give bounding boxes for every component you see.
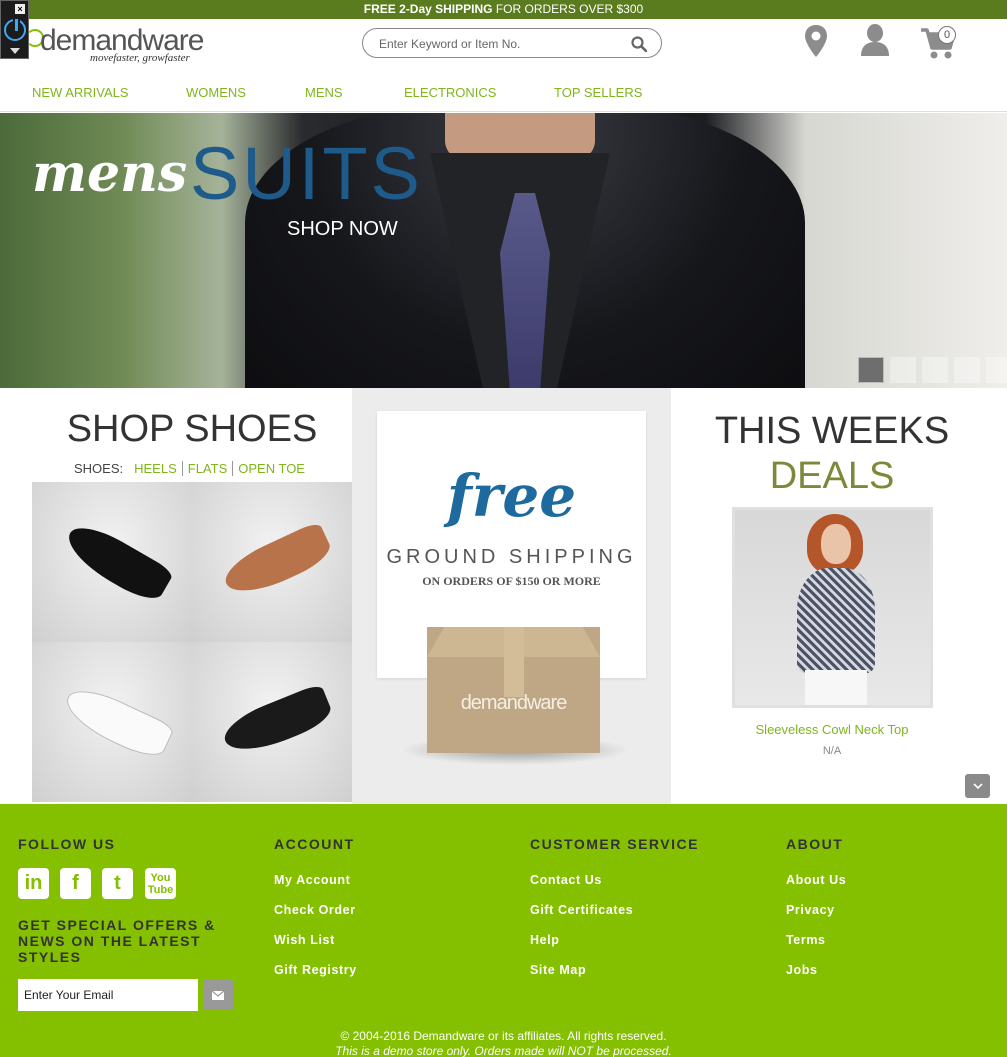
- twitter-icon[interactable]: t: [102, 868, 133, 899]
- shoes-link-flats[interactable]: FLATS: [182, 461, 234, 476]
- envelope-icon: [211, 990, 225, 1000]
- footer-link-help[interactable]: Help: [530, 933, 560, 947]
- search-icon[interactable]: [631, 36, 647, 52]
- power-icon[interactable]: [4, 17, 26, 41]
- nav-womens[interactable]: WOMENS: [186, 85, 246, 100]
- footer-link-check-order[interactable]: Check Order: [274, 903, 356, 917]
- storefront-toolkit-widget[interactable]: ×: [0, 0, 29, 59]
- location-pin-icon[interactable]: [804, 24, 828, 58]
- footer-link-about-us[interactable]: About Us: [786, 873, 846, 887]
- logo-tagline: movefaster, growfaster: [90, 52, 190, 64]
- footer-about-heading: ABOUT: [786, 836, 844, 852]
- nav-top-sellers[interactable]: TOP SELLERS: [554, 85, 642, 100]
- shoe-image-flat-white[interactable]: [32, 642, 192, 802]
- hero-title-suits: SUITS: [190, 132, 423, 215]
- carousel-dot-3[interactable]: [922, 357, 948, 383]
- email-signup-input[interactable]: [18, 979, 198, 1011]
- deal-product-name[interactable]: Sleeveless Cowl Neck Top: [672, 722, 992, 737]
- shoe-image-flat-black[interactable]: [192, 642, 352, 802]
- youtube-icon[interactable]: You Tube: [145, 868, 176, 899]
- shoes-links: SHOES: HEELS FLATS OPEN TOE: [32, 461, 352, 476]
- shoes-link-heels[interactable]: HEELS: [129, 461, 183, 476]
- free-shipping-free: free: [446, 462, 577, 530]
- footer-link-gift-registry[interactable]: Gift Registry: [274, 963, 357, 977]
- account-icon[interactable]: [860, 24, 890, 58]
- linkedin-icon[interactable]: in: [18, 868, 49, 899]
- cart-count-badge[interactable]: 0: [938, 26, 956, 44]
- main-nav: NEW ARRIVALS WOMENS MENS ELECTRONICS TOP…: [0, 80, 1007, 112]
- carousel-dot-4[interactable]: [954, 357, 980, 383]
- footer-demo-note: This is a demo store only. Orders made w…: [335, 1044, 672, 1057]
- shipping-box-tape: [504, 627, 524, 697]
- promo-bold: FREE 2-Day SHIPPING: [363, 2, 493, 16]
- facebook-icon[interactable]: f: [60, 868, 91, 899]
- site-footer: FOLLOW US in f t You Tube GET SPECIAL OFF…: [0, 804, 1007, 1057]
- shoe-image-heels-black[interactable]: [32, 482, 192, 642]
- deal-product-price: N/A: [822, 745, 842, 757]
- email-submit-button[interactable]: [203, 980, 233, 1010]
- footer-offers-heading: GET SPECIAL OFFERS & NEWS ON THE LATEST …: [18, 917, 216, 965]
- footer-link-privacy[interactable]: Privacy: [786, 903, 835, 917]
- footer-link-contact-us[interactable]: Contact Us: [530, 873, 602, 887]
- deals-title-line1: THIS WEEKS: [714, 410, 950, 452]
- footer-link-site-map[interactable]: Site Map: [530, 963, 586, 977]
- shoes-label: SHOES:: [74, 461, 124, 476]
- promo-rest: FOR ORDERS OVER $300: [492, 2, 644, 16]
- deal-product-image[interactable]: [732, 507, 933, 708]
- search-input[interactable]: [379, 35, 619, 53]
- promo-banner: FREE 2-Day SHIPPING FOR ORDERS OVER $300: [0, 0, 1007, 19]
- footer-link-gift-certificates[interactable]: Gift Certificates: [530, 903, 633, 917]
- shoes-link-open-toe[interactable]: OPEN TOE: [233, 461, 310, 476]
- footer-link-my-account[interactable]: My Account: [274, 873, 350, 887]
- chevron-down-icon[interactable]: [10, 48, 20, 54]
- footer-link-jobs[interactable]: Jobs: [786, 963, 818, 977]
- search-box: [362, 28, 662, 58]
- carousel-dot-2[interactable]: [890, 357, 916, 383]
- footer-link-wish-list[interactable]: Wish List: [274, 933, 335, 947]
- shop-now-link[interactable]: SHOP NOW: [287, 218, 398, 241]
- close-icon[interactable]: ×: [15, 4, 25, 14]
- footer-follow-heading: FOLLOW US: [18, 836, 116, 852]
- free-shipping-ground: GROUND SHIPPING: [386, 546, 637, 568]
- shoe-image-sandal-tan[interactable]: [192, 482, 352, 642]
- deals-title-line2: DEALS: [769, 455, 895, 497]
- footer-link-terms[interactable]: Terms: [786, 933, 826, 947]
- carousel-dot-1[interactable]: [858, 357, 884, 383]
- footer-copyright: © 2004-2016 Demandware or its affiliates…: [340, 1029, 667, 1043]
- footer-account-heading: ACCOUNT: [274, 836, 355, 852]
- shipping-box-label: demandware: [460, 692, 568, 714]
- chevron-down-icon: [972, 783, 983, 790]
- shop-shoes-title: SHOP SHOES: [66, 408, 318, 450]
- hero-banner[interactable]: mens SUITS SHOP NOW: [0, 113, 1007, 388]
- nav-mens[interactable]: MENS: [305, 85, 343, 100]
- scroll-down-button[interactable]: [965, 774, 990, 798]
- footer-service-heading: CUSTOMER SERVICE: [530, 836, 699, 852]
- nav-electronics[interactable]: ELECTRONICS: [404, 85, 496, 100]
- free-shipping-orders: ON ORDERS OF $150 OR MORE: [422, 574, 601, 588]
- deals-title: THIS WEEKS DEALS: [672, 409, 992, 499]
- nav-new-arrivals[interactable]: NEW ARRIVALS: [32, 85, 129, 100]
- carousel-dot-5[interactable]: [986, 357, 1007, 383]
- hero-title-mens: mens: [32, 143, 188, 204]
